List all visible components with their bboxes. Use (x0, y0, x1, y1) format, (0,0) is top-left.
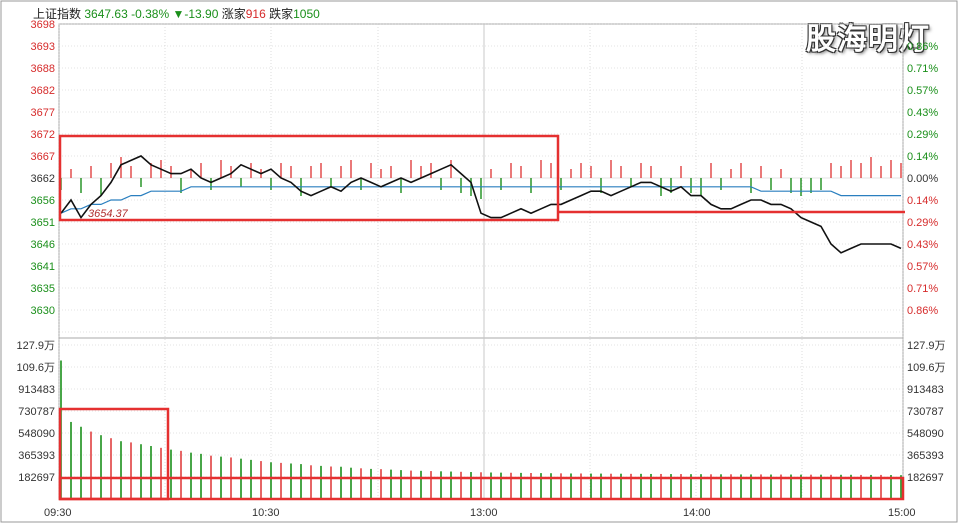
intraday-chart: 3698 3693 3688 3682 3677 3672 3667 3662 3656 3651… (0, 0, 958, 523)
pct-axis-labels: 0.86% 0.71% 0.57% 0.43% 0.29% 0.14% 0.00% 0.14%… (907, 41, 938, 317)
pct-tick-label: 0.71% (907, 63, 938, 75)
annotation-label: 3654.37 (88, 208, 129, 220)
volume-tick-label: 913483 (18, 384, 55, 396)
time-axis-labels: 09:30 10:30 13:00 14:00 15:00 (44, 507, 916, 519)
price-tick-label: 3698 (31, 19, 55, 31)
price-tick-label: 3677 (31, 107, 55, 119)
price-tick-label: 3651 (31, 217, 55, 229)
volume-tick-label: 548090 (907, 428, 944, 440)
volume-axis-labels-right: 127.9万 109.6万 913483 730787 548090 365393 1826… (907, 340, 946, 484)
volume-tick-label: 365393 (907, 450, 944, 462)
price-tick-label: 3672 (31, 129, 55, 141)
time-tick-label: 09:30 (44, 507, 72, 519)
price-tick-label: 3630 (31, 305, 55, 317)
volume-tick-label: 730787 (907, 406, 944, 418)
volume-tick-label: 548090 (18, 428, 55, 440)
outer-frame (0, 0, 958, 523)
volume-tick-label: 182697 (907, 472, 944, 484)
time-tick-label: 14:00 (683, 507, 711, 519)
pct-tick-label: 0.57% (907, 85, 938, 97)
pct-tick-label: 0.86% (907, 41, 938, 53)
pct-tick-label: 0.00% (907, 173, 938, 185)
pct-tick-label: 0.43% (907, 107, 938, 119)
price-tick-label: 3662 (31, 173, 55, 185)
price-tick-label: 3641 (31, 261, 55, 273)
price-tick-label: 3693 (31, 41, 55, 53)
chart-grid (0, 0, 958, 523)
volume-axis-labels-left: 127.9万 109.6万 913483 730787 548090 365393 1826… (16, 340, 55, 484)
pct-tick-label: 0.43% (907, 239, 938, 251)
volume-tick-label: 109.6万 (16, 362, 55, 374)
volume-tick-label: 127.9万 (907, 340, 946, 352)
volume-tick-label: 127.9万 (16, 340, 55, 352)
price-tick-label: 3682 (31, 85, 55, 97)
plot-frame (58, 23, 904, 500)
pct-tick-label: 0.71% (907, 283, 938, 295)
pct-tick-label: 0.29% (907, 129, 938, 141)
volume-tick-label: 913483 (907, 384, 944, 396)
volume-tick-label: 109.6万 (907, 362, 946, 374)
pct-tick-label: 0.14% (907, 151, 938, 163)
price-tick-label: 3667 (31, 151, 55, 163)
time-tick-label: 13:00 (470, 507, 498, 519)
price-line (60, 155, 902, 254)
pct-tick-label: 0.86% (907, 305, 938, 317)
price-tick-label: 3635 (31, 283, 55, 295)
volume-tick-label: 182697 (18, 472, 55, 484)
price-tick-label: 3646 (31, 239, 55, 251)
highlight-boxes (58, 134, 905, 501)
pct-tick-label: 0.29% (907, 217, 938, 229)
time-tick-label: 15:00 (888, 507, 916, 519)
volume-tick-label: 730787 (18, 406, 55, 418)
pct-tick-label: 0.14% (907, 195, 938, 207)
time-tick-label: 10:30 (252, 507, 280, 519)
price-tick-label: 3656 (31, 195, 55, 207)
pct-tick-label: 0.57% (907, 261, 938, 273)
price-tick-label: 3688 (31, 63, 55, 75)
price-lines: 3654.37 (60, 155, 902, 254)
volume-tick-label: 365393 (18, 450, 55, 462)
price-axis-labels: 3698 3693 3688 3682 3677 3672 3667 3662 3656 3651… (31, 19, 55, 317)
